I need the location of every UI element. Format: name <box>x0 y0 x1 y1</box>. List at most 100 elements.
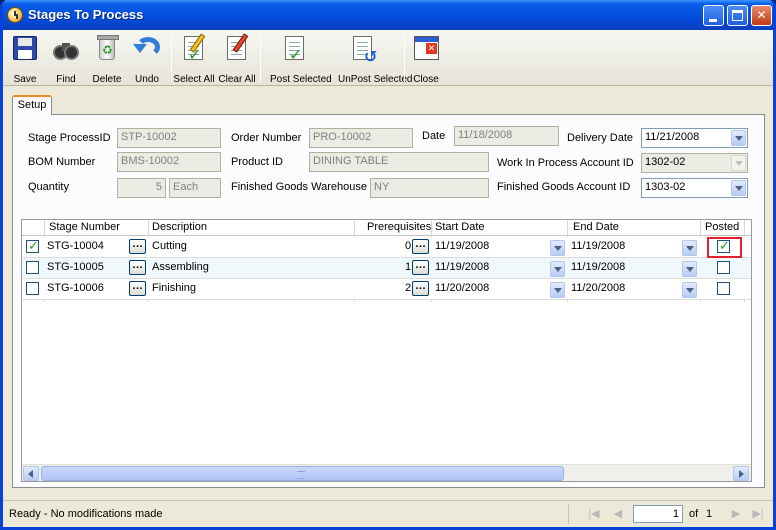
wip-account-dropdown-icon <box>731 155 746 171</box>
close-icon: ✕ <box>756 8 767 22</box>
close-form-icon <box>414 36 439 60</box>
stage-lookup-ellipsis-button[interactable]: … <box>129 239 146 254</box>
page-number-input[interactable]: 1 <box>633 505 683 523</box>
fg-warehouse-label: Finished Goods Warehouse <box>231 181 367 193</box>
quantity-unit-field[interactable]: Each <box>169 178 221 198</box>
date-field[interactable]: 11/18/2008 <box>454 126 559 146</box>
row-select-checkbox[interactable] <box>26 238 39 254</box>
cell-end-date: 11/19/2008 <box>571 261 626 273</box>
clear-all-button[interactable]: Clear All <box>218 33 256 85</box>
delete-button[interactable]: Delete <box>92 33 122 85</box>
minimize-button[interactable] <box>703 5 724 26</box>
find-button[interactable]: Find <box>51 33 81 85</box>
stage-lookup-ellipsis-button[interactable]: … <box>129 260 146 275</box>
delivery-date-label: Delivery Date <box>567 132 634 144</box>
end-date-dropdown-icon[interactable] <box>682 282 697 298</box>
product-id-field[interactable]: DINING TABLE <box>309 152 489 172</box>
maximize-icon <box>732 10 743 21</box>
cell-start-date: 11/19/2008 <box>435 240 490 252</box>
cell-prerequisites: 1 <box>405 261 412 273</box>
cell-prerequisites: 2 <box>405 282 412 294</box>
binoculars-icon <box>53 39 79 60</box>
cell-start-date: 11/19/2008 <box>435 261 490 273</box>
bom-number-field[interactable]: BMS-10002 <box>117 152 221 172</box>
select-all-button[interactable]: ✓ Select All <box>173 33 215 85</box>
scroll-thumb[interactable] <box>41 466 564 481</box>
undo-button[interactable]: Undo <box>132 33 162 85</box>
order-number-label: Order Number <box>231 132 302 144</box>
close-window-button[interactable]: ✕ <box>751 5 772 26</box>
delivery-date-dropdown-icon[interactable] <box>731 130 746 146</box>
wip-account-field[interactable]: 1302-02 <box>641 153 748 173</box>
stage-process-id-label: Stage ProcessID <box>28 132 111 144</box>
table-row[interactable]: STG-10004 … Cutting 0 … 11/19/2008 11/19… <box>22 237 751 258</box>
col-description[interactable]: Description <box>152 221 207 233</box>
next-page-icon[interactable]: ▶ <box>727 505 745 523</box>
fg-warehouse-field[interactable]: NY <box>370 178 489 198</box>
end-date-dropdown-icon[interactable] <box>682 261 697 277</box>
wip-account-value: 1302-02 <box>645 156 686 168</box>
stage-lookup-ellipsis-button[interactable]: … <box>129 281 146 296</box>
posted-checkbox[interactable] <box>717 261 730 274</box>
bom-number-label: BOM Number <box>28 156 96 168</box>
post-selected-button[interactable]: ✓ Post Selected <box>270 33 332 85</box>
order-number-field[interactable]: PRO-10002 <box>309 128 413 148</box>
table-row[interactable]: STG-10006 … Finishing 2 … 11/20/2008 11/… <box>22 279 751 300</box>
status-bar: Ready - No modifications made |◀ ◀ 1 of … <box>3 500 773 527</box>
close-button[interactable]: Close <box>411 33 441 85</box>
save-disk-icon <box>13 36 37 60</box>
first-page-icon[interactable]: |◀ <box>585 505 603 523</box>
grid-header: Stage Number Description Prerequisites S… <box>22 220 751 236</box>
row-select-checkbox[interactable] <box>26 261 39 274</box>
col-end-date[interactable]: End Date <box>573 221 619 233</box>
fg-account-dropdown-icon[interactable] <box>731 180 746 196</box>
table-row[interactable]: STG-10005 … Assembling 1 … 11/19/2008 11… <box>22 258 751 279</box>
previous-page-icon[interactable]: ◀ <box>609 505 627 523</box>
recycle-bin-icon <box>97 35 119 60</box>
fg-account-field[interactable]: 1303-02 <box>641 178 748 198</box>
col-stage-number[interactable]: Stage Number <box>49 221 120 233</box>
tab-setup[interactable]: Setup <box>12 95 52 115</box>
start-date-dropdown-icon[interactable] <box>550 282 565 298</box>
delivery-date-value: 11/21/2008 <box>645 131 700 143</box>
toolbar-separator <box>260 36 261 82</box>
horizontal-scrollbar[interactable] <box>22 464 751 481</box>
unpost-selected-button[interactable]: ↺ UnPost Selected <box>338 33 413 85</box>
stage-process-id-field[interactable]: STP-10002 <box>117 128 221 148</box>
col-prerequisites[interactable]: Prerequisites <box>367 221 431 233</box>
cell-stage-number: STG-10005 <box>47 261 104 273</box>
quantity-field[interactable]: 5 <box>117 178 166 198</box>
quantity-label: Quantity <box>28 181 69 193</box>
product-id-label: Product ID <box>231 156 283 168</box>
delivery-date-field[interactable]: 11/21/2008 <box>641 128 748 148</box>
cell-start-date: 11/20/2008 <box>435 282 490 294</box>
scroll-right-icon[interactable] <box>733 466 749 481</box>
title-bar[interactable]: Stages To Process ✕ <box>3 0 773 30</box>
page-total: 1 <box>706 508 713 520</box>
posted-highlight-box <box>707 237 742 258</box>
date-label: Date <box>422 130 446 142</box>
scroll-left-icon[interactable] <box>23 466 39 481</box>
start-date-dropdown-icon[interactable] <box>550 261 565 277</box>
prerequisites-ellipsis-button[interactable]: … <box>412 239 429 254</box>
cell-end-date: 11/19/2008 <box>571 240 626 252</box>
start-date-dropdown-icon[interactable] <box>550 240 565 256</box>
row-select-checkbox[interactable] <box>26 282 39 295</box>
prerequisites-ellipsis-button[interactable]: … <box>412 281 429 296</box>
col-start-date[interactable]: Start Date <box>435 221 485 233</box>
prerequisites-ellipsis-button[interactable]: … <box>412 260 429 275</box>
cell-description: Finishing <box>152 282 197 294</box>
stages-to-process-window: Stages To Process ✕ Save Find Delete Und… <box>0 0 776 530</box>
maximize-button[interactable] <box>727 5 748 26</box>
app-icon <box>7 7 23 23</box>
stages-grid: Stage Number Description Prerequisites S… <box>21 219 752 482</box>
posted-checkbox[interactable] <box>717 282 730 295</box>
col-posted[interactable]: Posted <box>705 221 739 233</box>
save-button[interactable]: Save <box>10 33 40 85</box>
last-page-icon[interactable]: ▶| <box>749 505 767 523</box>
fg-account-label: Finished Goods Account ID <box>497 181 631 193</box>
status-message: Ready - No modifications made <box>9 508 163 520</box>
cell-stage-number: STG-10004 <box>47 240 104 252</box>
window-title: Stages To Process <box>28 7 144 22</box>
end-date-dropdown-icon[interactable] <box>682 240 697 256</box>
